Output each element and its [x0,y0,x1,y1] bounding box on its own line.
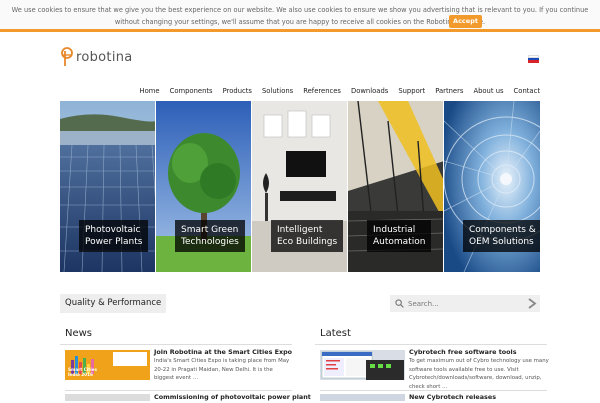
nav-components[interactable]: Components [170,85,213,97]
search-icon [395,299,404,308]
cookie-notice-text: We use cookies to ensure that we give yo… [11,6,589,26]
nav-about-us[interactable]: About us [473,85,503,97]
banner-caption-line1: Smart Green [181,225,239,235]
robotina-logo-icon [60,46,74,68]
nav-solutions[interactable]: Solutions [262,85,293,97]
banner-caption-line1: Industrial [373,225,416,235]
nav-partners[interactable]: Partners [435,85,463,97]
banner-caption: Industrial Automation [367,220,432,252]
nav-downloads[interactable]: Downloads [351,85,388,97]
cookie-accept-button[interactable]: Accept [449,15,482,28]
latest-item[interactable]: New Cybrotech releases [320,393,550,403]
latest-item[interactable]: Cybrotech free software tools To get max… [320,345,550,390]
banner-tile-smart-green[interactable]: Smart Green Technologies [156,101,252,272]
latest-heading: Latest [320,328,351,339]
banner-tile-photovoltaic[interactable]: Photovoltaic Power Plants [60,101,156,272]
banner-caption-line1: Photovoltaic [85,225,141,235]
banner-caption: Intelligent Eco Buildings [271,220,344,252]
news-item[interactable]: Smart Cities India 2016 Join Robotina at… [65,345,295,385]
news-item-excerpt: India's Smart Cities Expo is taking plac… [154,358,290,381]
banner-caption-line1: Components & [469,225,536,235]
nav-contact[interactable]: Contact [514,85,540,97]
news-thumb-text: Smart Cities India 2016 [68,367,98,377]
logo-text: robotina [76,49,133,65]
news-item[interactable]: Commissioning of photovoltaic power plan… [65,393,311,403]
main-nav: Home Components Products Solutions Refer… [140,85,540,97]
banner-caption-line2: OEM Solutions [469,237,534,247]
quality-search-strip: Quality & Performance [60,293,540,313]
banner-caption-line2: Technologies [181,237,239,247]
latest-item-excerpt: To get maximum out of Cybro technology u… [409,358,549,390]
nav-references[interactable]: References [303,85,341,97]
quality-performance-label[interactable]: Quality & Performance [60,294,167,313]
banner-caption-line1: Intelligent [277,225,323,235]
banner-tile-eco-buildings[interactable]: Intelligent Eco Buildings [252,101,348,272]
banner-caption-line2: Automation [373,237,426,247]
solutions-banner: Photovoltaic Power Plants Smart Green Te… [60,101,540,272]
banner-caption: Components & OEM Solutions [463,220,540,252]
banner-caption: Photovoltaic Power Plants [79,220,149,252]
latest-thumbnail [320,350,405,380]
latest-item-divider [320,390,547,391]
slovenia-flag-icon[interactable] [528,55,539,63]
news-thumbnail: Smart Cities India 2016 [65,350,150,380]
chevron-right-icon[interactable] [527,298,537,309]
nav-support[interactable]: Support [398,85,425,97]
banner-caption-line2: Power Plants [85,237,143,247]
news-item-title[interactable]: Join Robotina at the Smart Cities Expo [154,348,292,356]
search-input[interactable] [408,295,523,312]
nav-home[interactable]: Home [140,85,160,97]
banner-tile-components-oem[interactable]: Components & OEM Solutions [444,101,540,272]
news-item-divider [65,390,292,391]
nav-products[interactable]: Products [223,85,252,97]
banner-tile-industrial[interactable]: Industrial Automation [348,101,444,272]
news-heading: News [65,328,93,339]
banner-caption-line2: Eco Buildings [277,237,338,247]
logo[interactable]: robotina [60,46,133,68]
banner-caption: Smart Green Technologies [175,220,245,252]
cookie-bar: We use cookies to ensure that we give yo… [0,0,600,32]
latest-item-title[interactable]: Cybrotech free software tools [409,348,517,356]
search-box [390,295,540,312]
